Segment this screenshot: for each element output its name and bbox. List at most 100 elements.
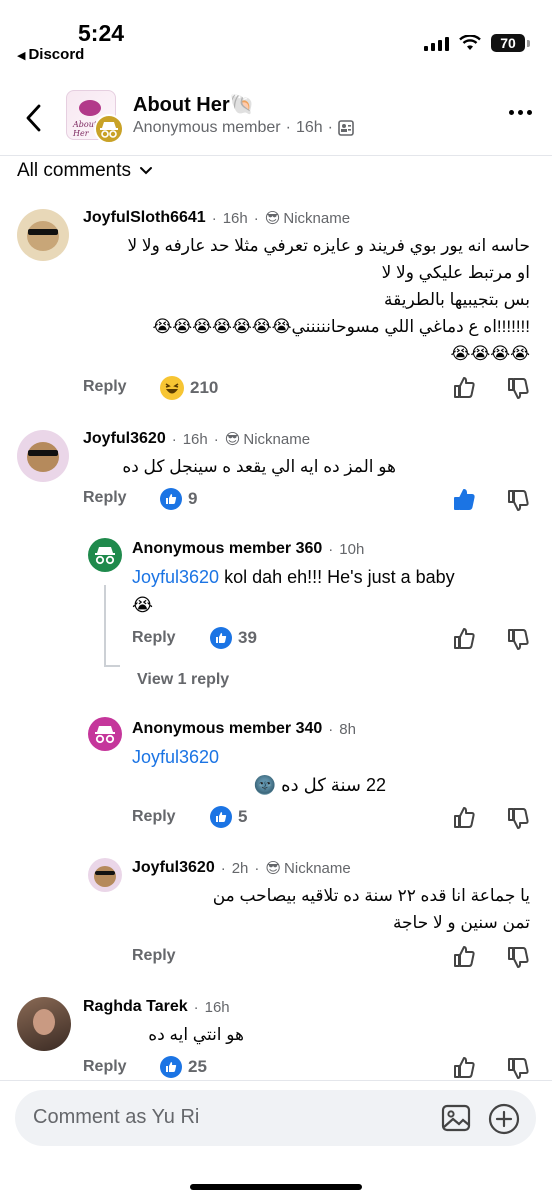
comment-line: !!!!!!!اه ع دماغي اللي مسوحاننننني😭😭😭😭😭😭… (152, 317, 530, 336)
cellular-signal-icon (424, 36, 449, 51)
separator-dot: · (171, 430, 177, 448)
like-reaction-icon (210, 627, 232, 649)
view-replies-link[interactable]: View 1 reply (137, 671, 229, 689)
comment-line: تمن سنين و لا حاجة (392, 913, 530, 932)
reaction-count[interactable]: 25 (160, 1056, 207, 1078)
reply-button[interactable]: Reply (83, 1058, 127, 1076)
downvote-icon[interactable] (506, 488, 530, 517)
comment-meta: JoyfulSloth6641 · 16h · 😎 Nickname (83, 209, 350, 227)
header-divider (0, 155, 552, 156)
mention-line: Joyful3620 (132, 744, 219, 771)
reply-button[interactable]: Reply (132, 629, 176, 647)
composer-divider (0, 1080, 552, 1081)
thread-line (104, 585, 106, 665)
separator-dot: · (327, 119, 333, 136)
reaction-count[interactable]: 9 (160, 488, 197, 510)
back-arrow-icon: ◀ (17, 50, 26, 62)
post-time: 16h (295, 119, 323, 136)
avatar[interactable] (17, 209, 69, 261)
post-title-text: About Her (133, 94, 230, 116)
upvote-icon[interactable] (452, 806, 476, 835)
separator-dot: · (213, 430, 219, 448)
status-bar: 5:24 ◀ Discord 70 (0, 0, 552, 70)
comment-time: 16h (182, 430, 208, 448)
comment-author[interactable]: Raghda Tarek (83, 998, 188, 1016)
downvote-icon[interactable] (506, 945, 530, 974)
avatar[interactable] (88, 858, 122, 892)
reaction-count-value: 210 (190, 378, 219, 397)
like-reaction-icon (160, 1056, 182, 1078)
home-indicator (190, 1184, 362, 1190)
back-chevron-icon[interactable] (22, 102, 46, 134)
downvote-icon[interactable] (506, 376, 530, 405)
nickname-badge: Nickname (283, 209, 351, 227)
comment-author[interactable]: Anonymous member 360 (132, 540, 322, 558)
comment-line: بس بتجيبيها بالطريقة (384, 290, 530, 309)
reply-button[interactable]: Reply (132, 808, 176, 826)
reaction-count[interactable]: 5 (210, 806, 247, 828)
comment-text: هو المز ده ايه الي يقعد ه سينجل كل ده (122, 457, 396, 476)
reaction-count[interactable]: 39 (210, 627, 257, 649)
mention-link[interactable]: Joyful3620 (132, 747, 219, 767)
back-app-label: Discord (28, 46, 85, 63)
separator-dot: · (253, 209, 259, 227)
comment-author[interactable]: Anonymous member 340 (132, 720, 322, 738)
separator-dot: · (211, 209, 217, 227)
comment-author[interactable]: Joyful3620 (132, 859, 215, 877)
comment-sort-dropdown[interactable]: All comments (17, 160, 153, 182)
thread-line (104, 665, 120, 667)
reply-button[interactable]: Reply (83, 489, 127, 507)
avatar[interactable] (88, 717, 122, 751)
post-author: Anonymous member (133, 119, 281, 136)
anonymous-icon (94, 114, 124, 144)
status-time: 5:24 (78, 20, 125, 46)
downvote-icon[interactable] (506, 806, 530, 835)
more-options-button[interactable] (509, 110, 532, 115)
downvote-icon[interactable] (506, 627, 530, 656)
back-to-app-link[interactable]: ◀ Discord (17, 46, 84, 63)
reaction-count-value: 5 (238, 807, 248, 826)
comment-text: حاسه انه يور بوي فريند و عايزه تعرفي مثل… (70, 232, 530, 367)
comment-line: 😭😭😭😭 (450, 344, 530, 363)
reply-button[interactable]: Reply (83, 378, 127, 396)
reaction-count-value: 39 (238, 628, 257, 647)
comment-text: 22 سنة كل ده 🌚 (253, 775, 386, 795)
upvote-icon[interactable] (452, 627, 476, 656)
mention-link[interactable]: Joyful3620 (132, 567, 219, 587)
comment-meta: Anonymous member 340 · 8h (132, 720, 356, 738)
comment-author[interactable]: JoyfulSloth6641 (83, 209, 206, 227)
post-title[interactable]: About Her🐚 (133, 92, 255, 117)
comment-time: 10h (339, 540, 365, 558)
nickname-badge: Nickname (284, 859, 351, 877)
upvote-icon[interactable] (452, 945, 476, 974)
photo-gallery-icon[interactable] (440, 1102, 472, 1134)
comment-time: 8h (339, 720, 356, 738)
comment-time: 16h (222, 209, 248, 227)
comment-input-placeholder[interactable]: Comment as Yu Ri (33, 1106, 199, 1129)
comment-meta: Raghda Tarek · 16h (83, 998, 230, 1016)
comment-author[interactable]: Joyful3620 (83, 430, 166, 448)
sunglasses-icon: 😎 (265, 860, 282, 877)
upvote-icon[interactable] (452, 488, 476, 517)
haha-reaction-icon (160, 376, 184, 400)
separator-dot: · (285, 119, 291, 136)
comment-meta: Anonymous member 360 · 10h (132, 540, 364, 558)
comment-text: يا جماعة انا قده ٢٢ سنة ده تلاقيه بيصاحب… (130, 882, 530, 936)
comment-body: kol dah eh!!! He's just a baby (219, 567, 455, 587)
avatar[interactable] (88, 538, 122, 572)
like-reaction-icon (160, 488, 182, 510)
add-attachment-icon[interactable] (487, 1102, 521, 1136)
battery-icon: 70 (491, 34, 530, 52)
group-members-icon (338, 120, 354, 136)
comment-line: حاسه انه يور بوي فريند و عايزه تعرفي مثل… (127, 236, 530, 255)
group-avatar[interactable]: About Her (66, 90, 124, 146)
comment-text-line2: 😭 (132, 595, 154, 615)
comment-meta: Joyful3620 · 2h · 😎 Nickname (132, 859, 351, 877)
separator-dot: · (328, 720, 334, 738)
comment-meta: Joyful3620 · 16h · 😎 Nickname (83, 430, 310, 448)
upvote-icon[interactable] (452, 376, 476, 405)
reply-button[interactable]: Reply (132, 947, 176, 965)
comment-composer[interactable]: Comment as Yu Ri (15, 1090, 536, 1146)
sunglasses-icon: 😎 (224, 431, 241, 448)
reaction-count[interactable]: 210 (160, 376, 218, 400)
